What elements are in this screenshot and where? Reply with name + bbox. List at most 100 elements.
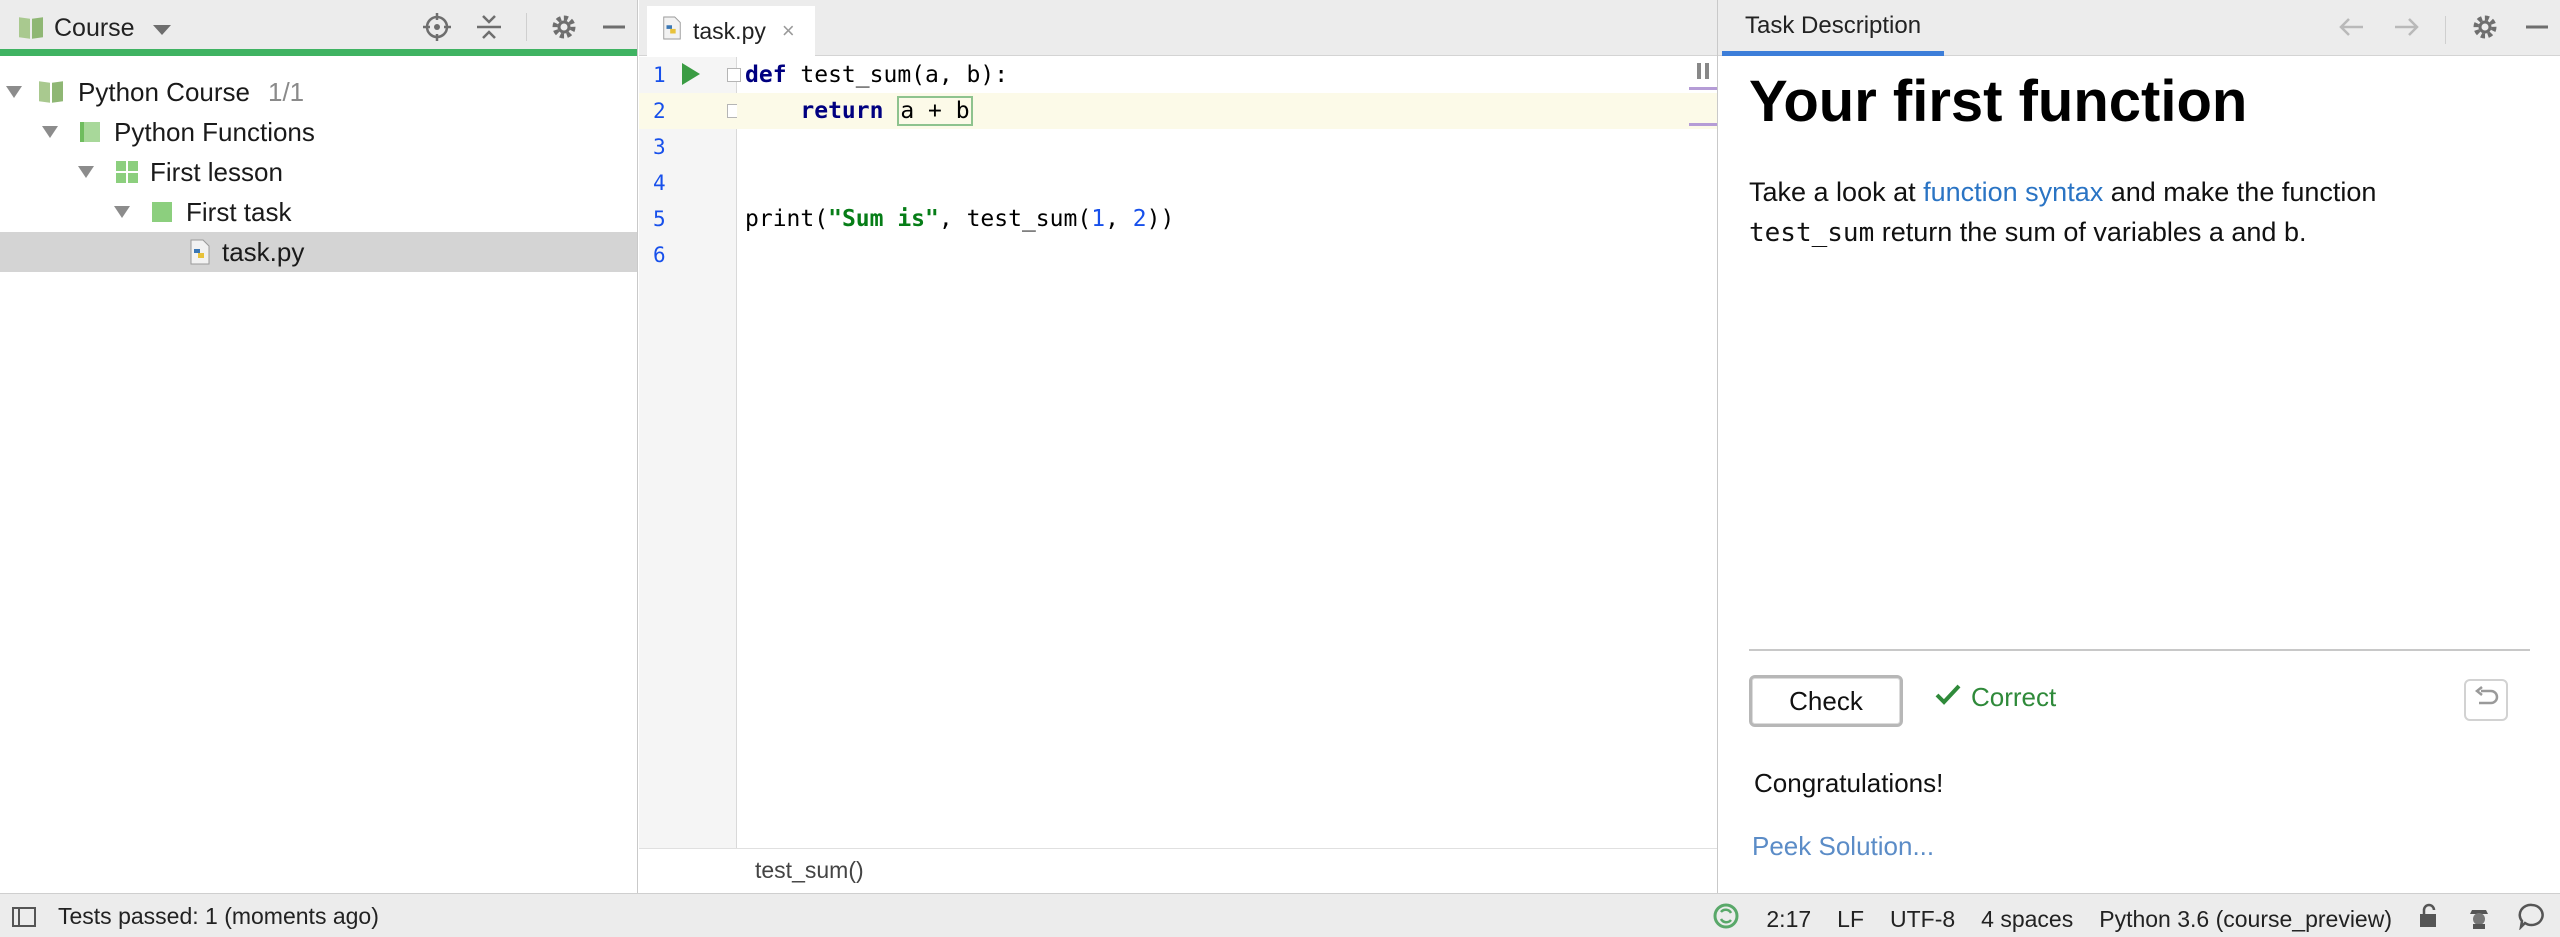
tree-item-label: Python Functions bbox=[114, 116, 315, 147]
check-result: Correct bbox=[1935, 682, 2056, 713]
line-number: 3 bbox=[653, 135, 666, 159]
header-divider bbox=[526, 13, 527, 41]
file-encoding[interactable]: UTF-8 bbox=[1890, 906, 1955, 933]
python-file-icon bbox=[661, 16, 683, 46]
line-separator[interactable]: LF bbox=[1837, 906, 1864, 933]
code-text: print( bbox=[745, 206, 829, 232]
undo-icon bbox=[2473, 685, 2499, 715]
instruction-text: return the sum of variables a and b. bbox=[1874, 217, 2307, 247]
keyword: def bbox=[745, 62, 787, 88]
code-line-current: return a + b bbox=[737, 93, 1717, 129]
tree-item-lesson[interactable]: First lesson bbox=[0, 152, 637, 192]
tab-label: task.py bbox=[693, 17, 766, 44]
check-button[interactable]: Check bbox=[1749, 675, 1903, 727]
tree-item-label: First task bbox=[186, 196, 292, 227]
gear-icon[interactable] bbox=[2470, 12, 2500, 47]
lock-icon[interactable] bbox=[2418, 903, 2440, 935]
code-line: def test_sum(a, b): bbox=[737, 57, 1717, 93]
expand-arrow-icon[interactable] bbox=[114, 206, 130, 218]
project-view-selector[interactable]: Course bbox=[18, 13, 171, 43]
status-message[interactable]: Tests passed: 1 (moments ago) bbox=[58, 903, 379, 930]
minimize-icon[interactable] bbox=[2524, 12, 2550, 47]
number-literal: 2 bbox=[1132, 206, 1147, 232]
minimize-icon[interactable] bbox=[601, 12, 627, 42]
collapse-all-icon[interactable] bbox=[474, 12, 504, 42]
sync-status-icon[interactable] bbox=[1712, 902, 1740, 936]
breadcrumb[interactable]: test_sum() bbox=[755, 857, 864, 884]
inspector-icon[interactable] bbox=[2466, 902, 2492, 936]
toggle-tool-windows-icon[interactable] bbox=[12, 906, 36, 927]
locate-icon[interactable] bbox=[422, 12, 452, 42]
python-interpreter[interactable]: Python 3.6 (course_preview) bbox=[2099, 906, 2392, 933]
task-description-panel: Task Description Your first function Tak… bbox=[1717, 0, 2560, 893]
notifications-icon[interactable] bbox=[2518, 902, 2546, 936]
close-icon[interactable]: × bbox=[782, 18, 795, 44]
tab-task-description[interactable]: Task Description bbox=[1722, 0, 1945, 56]
gutter-line: 3 bbox=[639, 129, 737, 165]
code-text: test_sum(a, b): bbox=[786, 62, 1009, 88]
answer-placeholder[interactable]: a + b bbox=[897, 96, 973, 126]
project-view-title: Course bbox=[54, 13, 135, 42]
course-book-icon bbox=[38, 80, 64, 104]
editor-tab-bar: task.py × bbox=[639, 0, 1717, 56]
tree-item-label: First lesson bbox=[150, 156, 283, 187]
code-line: print("Sum is", test_sum(1, 2)) bbox=[737, 201, 1717, 237]
error-stripe-marker[interactable] bbox=[1689, 87, 1717, 90]
function-syntax-link[interactable]: function syntax bbox=[1923, 177, 2103, 207]
task-title: Your first function bbox=[1749, 69, 2248, 134]
course-progress: 1/1 bbox=[267, 76, 305, 107]
pause-icon[interactable] bbox=[1697, 63, 1709, 79]
reset-button[interactable] bbox=[2464, 679, 2508, 721]
tree-item-label: Python Course bbox=[78, 76, 250, 107]
expand-arrow-icon[interactable] bbox=[42, 126, 58, 138]
inline-code: test_sum bbox=[1749, 218, 1875, 248]
editor-tab-task-py[interactable]: task.py × bbox=[647, 6, 815, 56]
expand-arrow-icon[interactable] bbox=[6, 86, 22, 98]
number-literal: 1 bbox=[1091, 206, 1106, 232]
task-content: Your first function Take a look at funct… bbox=[1749, 56, 2530, 893]
error-stripe-marker[interactable] bbox=[1689, 123, 1717, 126]
expand-arrow-icon[interactable] bbox=[78, 166, 94, 178]
gear-icon[interactable] bbox=[549, 12, 579, 42]
check-status-label: Correct bbox=[1971, 682, 2057, 712]
editor-breadcrumb-bar: test_sum() bbox=[639, 848, 1717, 893]
gutter-line: 2 bbox=[639, 93, 741, 129]
string-literal: "Sum is" bbox=[828, 206, 939, 232]
status-bar: Tests passed: 1 (moments ago) 2:17 LF UT… bbox=[0, 893, 2560, 937]
line-number: 2 bbox=[653, 99, 666, 123]
run-icon[interactable] bbox=[682, 63, 700, 85]
course-book-icon bbox=[18, 16, 44, 40]
indent-setting[interactable]: 4 spaces bbox=[1981, 906, 2073, 933]
gutter-line: 1 bbox=[639, 57, 741, 93]
gutter-line: 5 bbox=[639, 201, 737, 237]
arrow-right-icon[interactable] bbox=[2391, 15, 2421, 44]
code-text: )) bbox=[1146, 206, 1175, 232]
peek-solution-link[interactable]: Peek Solution... bbox=[1752, 831, 1934, 862]
project-panel: Course Python Course 1/1 Python Function… bbox=[0, 0, 638, 893]
python-file-icon bbox=[188, 239, 212, 265]
header-divider bbox=[2445, 15, 2446, 44]
gutter-line: 6 bbox=[639, 237, 737, 273]
caret-position[interactable]: 2:17 bbox=[1766, 906, 1811, 933]
code-text-area[interactable]: def test_sum(a, b): return a + b print("… bbox=[737, 57, 1717, 848]
project-panel-header: Course bbox=[0, 0, 637, 56]
keyword: return bbox=[800, 98, 884, 124]
gutter-line: 4 bbox=[639, 165, 737, 201]
chevron-down-icon bbox=[152, 24, 171, 35]
code-editor: task.py × 1 2 3 4 5 6 def test_sum(a, b)… bbox=[639, 0, 1717, 893]
line-number: 1 bbox=[653, 63, 666, 87]
code-text: , bbox=[1105, 206, 1133, 232]
task-icon bbox=[152, 202, 172, 222]
line-number: 4 bbox=[653, 171, 666, 195]
divider bbox=[1749, 649, 2530, 651]
tree-item-task[interactable]: First task bbox=[0, 192, 637, 232]
arrow-left-icon[interactable] bbox=[2337, 15, 2367, 44]
tree-item-course[interactable]: Python Course 1/1 bbox=[0, 72, 637, 112]
instruction-text: and make the function bbox=[2103, 177, 2377, 207]
tree-item-section[interactable]: Python Functions bbox=[0, 112, 637, 152]
line-number: 6 bbox=[653, 243, 666, 267]
ide-window: Course Python Course 1/1 Python Function… bbox=[0, 0, 2560, 937]
tree-item-file[interactable]: task.py bbox=[0, 232, 637, 272]
lesson-icon bbox=[116, 161, 138, 183]
